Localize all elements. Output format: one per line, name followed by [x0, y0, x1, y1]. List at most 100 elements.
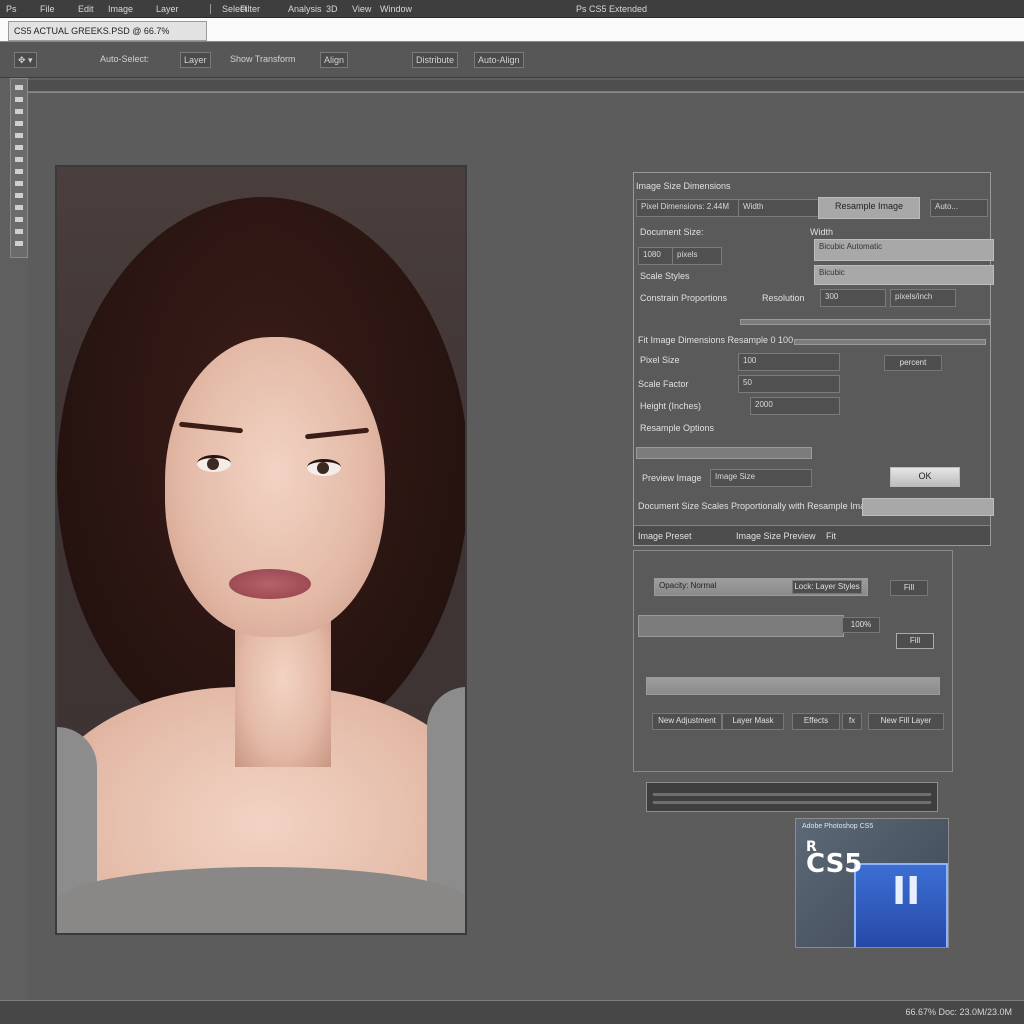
menu-item-3d[interactable]: 3D	[326, 4, 338, 14]
tools-panel	[10, 78, 28, 258]
brush-tool-icon[interactable]	[15, 169, 23, 174]
doc-size-label: Document Size:	[640, 227, 704, 237]
marquee-tool-icon[interactable]	[15, 97, 23, 102]
height-field[interactable]: 2000	[750, 397, 840, 415]
footer-tab-fit[interactable]: Fit	[826, 531, 836, 541]
menu-item-image[interactable]: Image	[108, 4, 133, 14]
fit-image-slider[interactable]	[794, 339, 986, 345]
fill-slider[interactable]	[638, 615, 844, 637]
eyedropper-tool-icon[interactable]	[15, 145, 23, 150]
ok-button[interactable]: OK	[890, 467, 960, 487]
width-value-field[interactable]: 1080	[638, 247, 674, 265]
menu-item-analysis[interactable]: Analysis	[288, 4, 322, 14]
resolution-label: Resolution	[762, 293, 805, 303]
menu-item-edit[interactable]: Edit	[78, 4, 94, 14]
fx-button[interactable]: fx	[842, 713, 862, 730]
healing-tool-icon[interactable]	[15, 157, 23, 162]
menu-item-view[interactable]: View	[352, 4, 371, 14]
fill-button-1[interactable]: Fill	[890, 580, 928, 596]
footer-tab-preview[interactable]: Image Size Preview	[736, 531, 816, 541]
resolution-value-field[interactable]: 300	[820, 289, 886, 307]
pixel-size-unit-button[interactable]: percent	[884, 355, 942, 371]
new-adjustment-button[interactable]: New Adjustment	[652, 713, 722, 730]
dialog-footer-tabs: Image Preset Image Size Preview Fit	[634, 525, 990, 545]
dialog-tab-auto[interactable]: Auto...	[930, 199, 988, 217]
width-label: Width	[810, 227, 834, 237]
cs5-splash-thumbnail: Adobe Photoshop CS5 R CS5 II	[795, 818, 949, 948]
type-tool-icon[interactable]	[15, 229, 23, 234]
scale-styles-label: Scale Styles	[640, 271, 690, 281]
clone-stamp-tool-icon[interactable]	[15, 181, 23, 186]
constrain-proportions-label: Constrain Proportions	[640, 293, 728, 303]
lock-styles-button[interactable]: Lock: Layer Styles	[792, 580, 862, 594]
resample-options-label: Resample Options	[640, 423, 715, 433]
effects-button[interactable]: Effects	[792, 713, 840, 730]
dialog-tab-resample[interactable]: Resample Image	[818, 197, 920, 219]
fill-button-2[interactable]: Fill	[896, 633, 934, 649]
dialog-tab-width[interactable]: Width	[738, 199, 824, 217]
status-text: 66.67% Doc: 23.0M/23.0M	[905, 1007, 1012, 1017]
hand-tool-icon[interactable]	[15, 241, 23, 246]
resample-method-field-2[interactable]: Bicubic	[814, 265, 994, 285]
fit-image-section: Fit Image Dimensions Resample 0 100	[638, 335, 794, 345]
adjustment-slider[interactable]	[646, 677, 940, 695]
move-tool-icon[interactable]	[15, 85, 23, 90]
menu-bar: Ps File Edit Image Layer Select Filter A…	[0, 0, 1024, 18]
menu-item-window[interactable]: Window	[380, 4, 412, 14]
pixel-size-label: Pixel Size	[640, 355, 680, 365]
menu-item-ps[interactable]: Ps	[6, 4, 17, 14]
splash-cs5-text: CS5	[806, 849, 863, 879]
menu-item-layer[interactable]: Layer	[156, 4, 179, 14]
app-title: Ps CS5 Extended	[576, 4, 648, 14]
menu-separator	[210, 4, 211, 14]
auto-select-dropdown[interactable]: Layer	[180, 52, 211, 68]
timeline-track-1	[653, 793, 931, 796]
document-canvas-portrait[interactable]	[55, 165, 467, 935]
portrait-left-eye	[197, 455, 231, 472]
new-fill-layer-button[interactable]: New Fill Layer	[868, 713, 944, 730]
history-brush-tool-icon[interactable]	[15, 193, 23, 198]
status-bar: 66.67% Doc: 23.0M/23.0M	[0, 1000, 1024, 1024]
document-tab-strip: CS5 ACTUAL GREEKS.PSD @ 66.7%	[0, 18, 1024, 42]
document-tab[interactable]: CS5 ACTUAL GREEKS.PSD @ 66.7%	[8, 21, 207, 41]
image-size-field[interactable]: Image Size	[710, 469, 812, 487]
crop-tool-icon[interactable]	[15, 133, 23, 138]
quick-select-tool-icon[interactable]	[15, 121, 23, 126]
fill-value[interactable]: 100%	[842, 617, 880, 633]
smoothing-slider[interactable]	[636, 447, 812, 459]
distribute-buttons[interactable]: Distribute	[412, 52, 459, 68]
pixels-inch-dropdown[interactable]: pixels/inch	[890, 289, 956, 307]
align-buttons[interactable]: Align	[320, 52, 349, 68]
lasso-tool-icon[interactable]	[15, 109, 23, 114]
dialog-title: Image Size Dimensions	[636, 181, 731, 191]
layer-mask-button[interactable]: Layer Mask	[722, 713, 784, 730]
resample-method-field[interactable]: Bicubic Automatic	[814, 239, 994, 261]
menu-item-filter[interactable]: Filter	[240, 4, 260, 14]
portrait-right-eye	[307, 459, 341, 476]
splash-logo-mark: II	[892, 869, 921, 913]
splash-caption: Adobe Photoshop CS5	[802, 823, 874, 830]
timeline-track-2	[653, 801, 931, 804]
horizontal-ruler	[28, 80, 1024, 92]
timeline-strip[interactable]	[646, 782, 938, 812]
footer-progress-field[interactable]	[862, 498, 994, 516]
move-tool-icon[interactable]: ✥ ▾	[14, 52, 37, 68]
unit-dropdown[interactable]: pixels	[672, 247, 722, 265]
auto-align-button[interactable]: Auto-Align	[474, 52, 524, 68]
scale-factor-field[interactable]: 50	[738, 375, 840, 393]
resolution-slider[interactable]	[740, 319, 990, 325]
menu-item-file[interactable]: File	[40, 4, 55, 14]
gradient-tool-icon[interactable]	[15, 217, 23, 222]
preview-label: Preview Image	[642, 473, 702, 483]
pixel-size-field[interactable]: 100	[738, 353, 840, 371]
image-size-dialog: Image Size Dimensions Pixel Dimensions: …	[633, 172, 994, 546]
dialog-tab-pixel-dimensions[interactable]: Pixel Dimensions: 2.44M	[636, 199, 742, 217]
footer-tab-preset[interactable]: Image Preset	[638, 531, 692, 541]
auto-select-checkbox[interactable]: Auto-Select:	[100, 52, 149, 66]
portrait-tank-top	[57, 867, 465, 933]
scale-factor-label: Scale Factor	[638, 379, 689, 389]
eraser-tool-icon[interactable]	[15, 205, 23, 210]
options-bar: ✥ ▾ Auto-Select: Layer Show Transform Al…	[0, 42, 1024, 78]
layers-options-panel: Opacity: Normal Lock: Layer Styles Fill …	[633, 550, 953, 772]
show-transform-checkbox[interactable]: Show Transform	[230, 52, 296, 66]
